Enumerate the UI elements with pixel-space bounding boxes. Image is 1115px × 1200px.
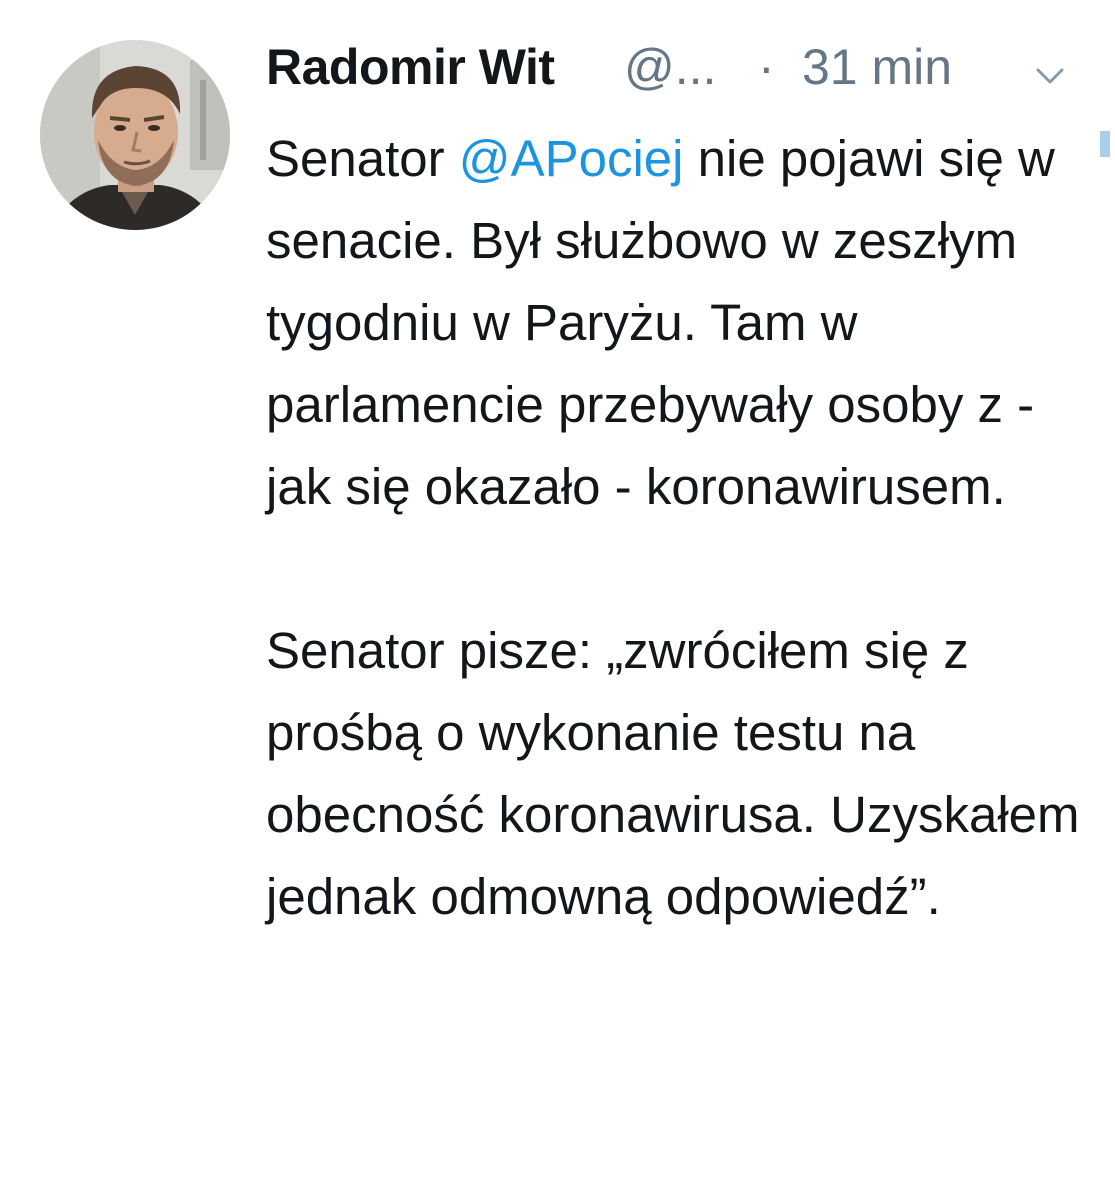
tweet[interactable]: Radomir Wit @... · 31 min Senator @APoci… <box>0 0 1115 1200</box>
chevron-down-icon[interactable] <box>1030 62 1070 92</box>
text-segment: Senator <box>266 130 459 187</box>
scroll-indicator <box>1100 131 1110 157</box>
separator-dot: · <box>758 39 775 95</box>
author-name[interactable]: Radomir Wit <box>266 38 555 96</box>
profile-photo-icon <box>40 40 230 230</box>
text-segment: nie pojawi się w senacie. Był służbowo w… <box>266 130 1055 515</box>
tweet-timestamp[interactable]: 31 min <box>802 38 952 96</box>
tweet-header: Radomir Wit @... · 31 min <box>266 32 1086 104</box>
avatar[interactable] <box>40 40 230 230</box>
tweet-paragraph: Senator @APociej nie pojawi się w senaci… <box>266 118 1096 528</box>
mention-link[interactable]: @APociej <box>459 130 684 187</box>
tweet-text: Senator @APociej nie pojawi się w senaci… <box>266 118 1096 938</box>
tweet-paragraph: Senator pisze: „zwróciłem się z prośbą o… <box>266 622 1080 925</box>
author-handle[interactable]: @... <box>624 38 716 96</box>
